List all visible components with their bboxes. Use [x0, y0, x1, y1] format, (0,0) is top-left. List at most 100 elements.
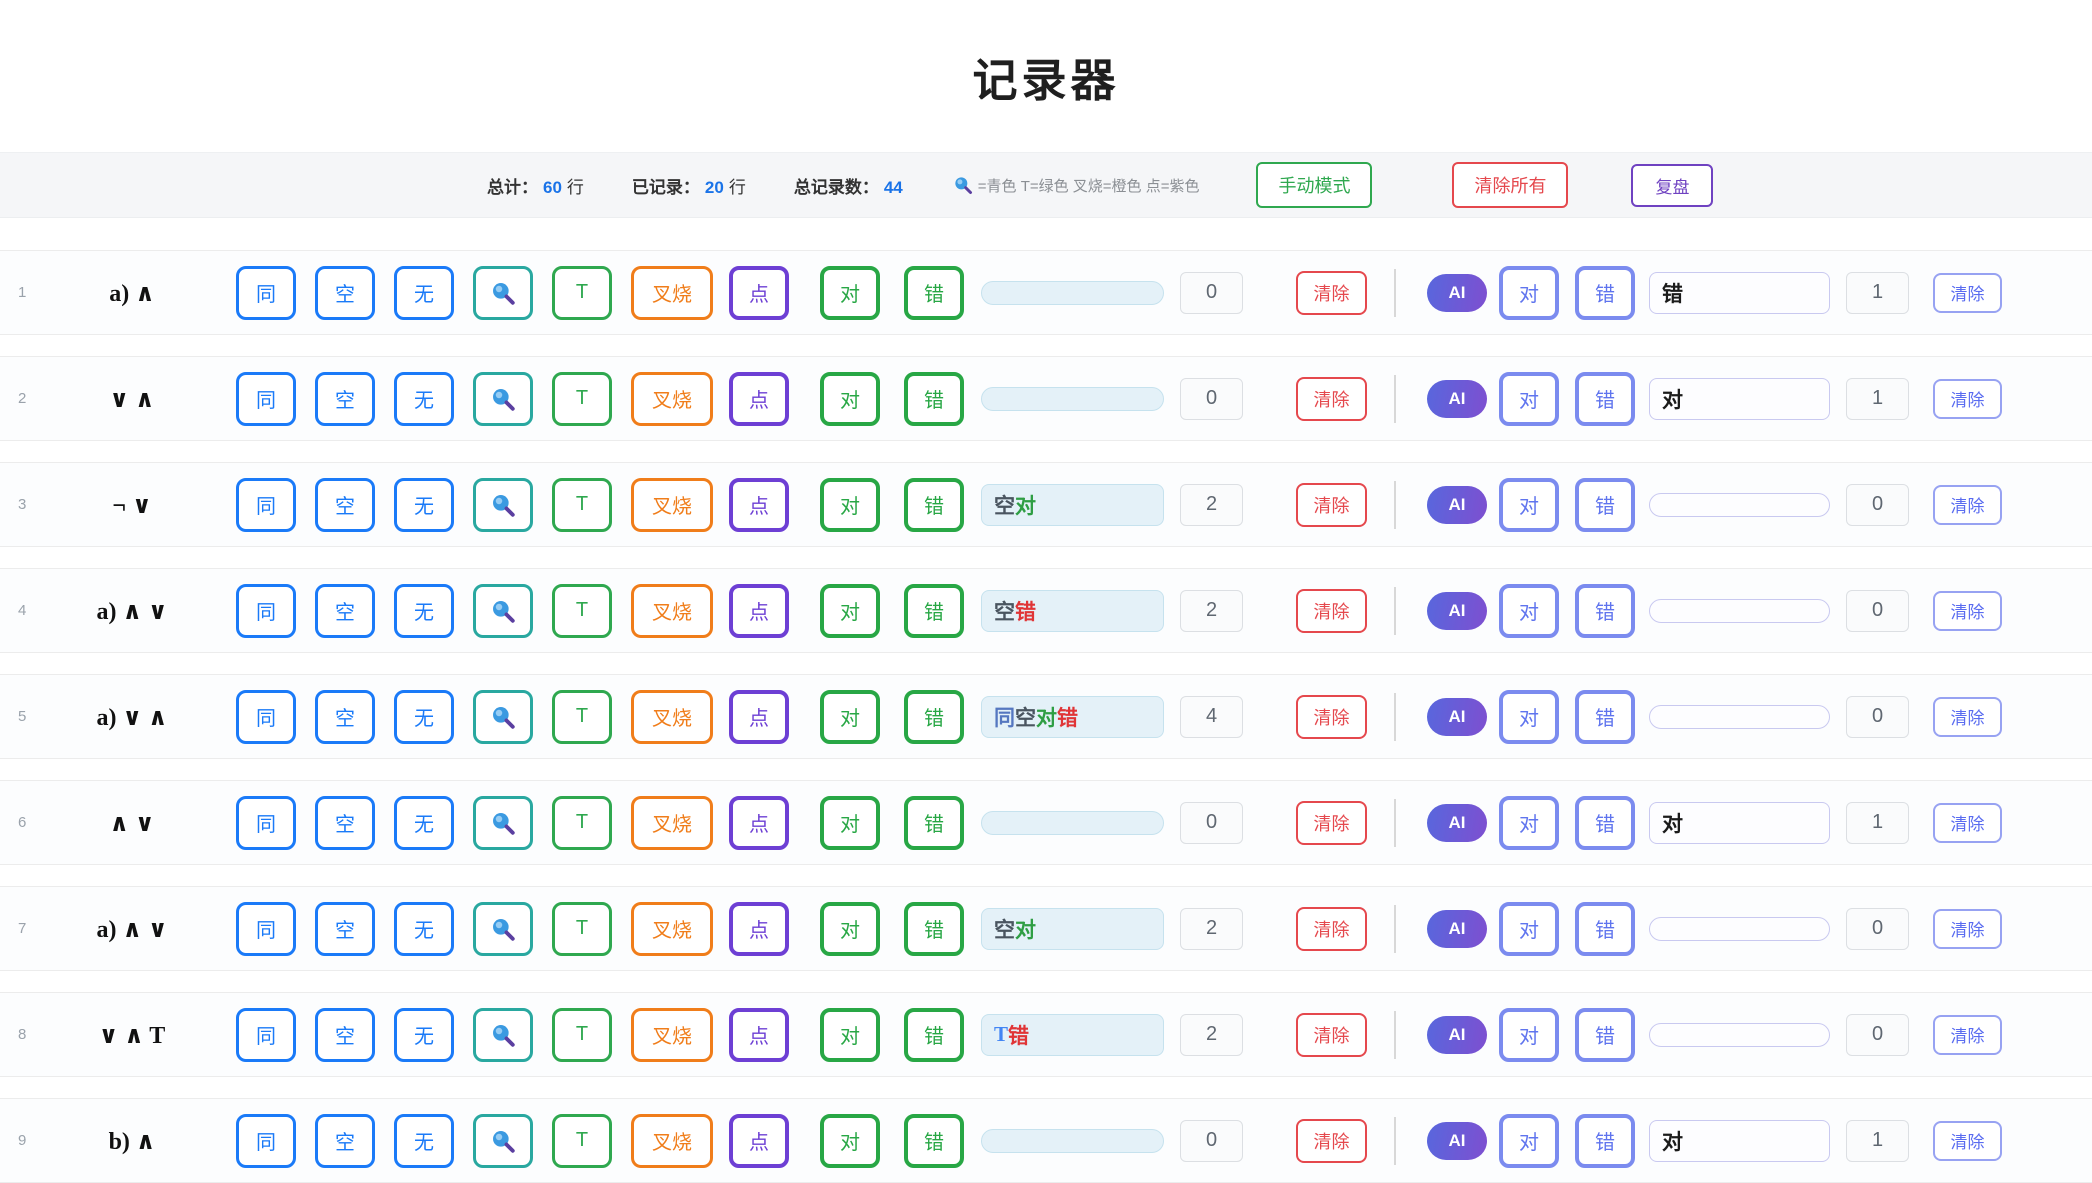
clear-button[interactable]: 清除	[1296, 1119, 1367, 1163]
clear-button[interactable]: 清除	[1296, 589, 1367, 633]
ai-wrong-button[interactable]: 错	[1575, 1114, 1635, 1168]
correct-button[interactable]: 对	[820, 1114, 880, 1168]
ai-wrong-button[interactable]: 错	[1575, 478, 1635, 532]
t-button[interactable]: T	[552, 690, 612, 744]
same-button[interactable]: 同	[236, 372, 296, 426]
same-button[interactable]: 同	[236, 902, 296, 956]
none-button[interactable]: 无	[394, 372, 454, 426]
magnifier-button[interactable]	[473, 1008, 533, 1062]
none-button[interactable]: 无	[394, 266, 454, 320]
empty-button[interactable]: 空	[315, 690, 375, 744]
t-button[interactable]: T	[552, 796, 612, 850]
none-button[interactable]: 无	[394, 584, 454, 638]
none-button[interactable]: 无	[394, 796, 454, 850]
ai-button[interactable]: AI	[1427, 804, 1487, 842]
wrong-button[interactable]: 错	[904, 1008, 964, 1062]
ai-correct-button[interactable]: 对	[1499, 796, 1559, 850]
correct-button[interactable]: 对	[820, 902, 880, 956]
same-button[interactable]: 同	[236, 1114, 296, 1168]
ai-button[interactable]: AI	[1427, 698, 1487, 736]
same-button[interactable]: 同	[236, 584, 296, 638]
chashao-button[interactable]: 叉烧	[631, 796, 713, 850]
ai-clear-button[interactable]: 清除	[1933, 379, 2002, 419]
ai-button[interactable]: AI	[1427, 1122, 1487, 1160]
clear-all-button[interactable]: 清除所有	[1452, 162, 1568, 208]
ai-clear-button[interactable]: 清除	[1933, 273, 2002, 313]
empty-button[interactable]: 空	[315, 902, 375, 956]
dot-button[interactable]: 点	[729, 478, 789, 532]
dot-button[interactable]: 点	[729, 1008, 789, 1062]
ai-wrong-button[interactable]: 错	[1575, 1008, 1635, 1062]
ai-clear-button[interactable]: 清除	[1933, 803, 2002, 843]
t-button[interactable]: T	[552, 1008, 612, 1062]
magnifier-button[interactable]	[473, 266, 533, 320]
clear-button[interactable]: 清除	[1296, 695, 1367, 739]
wrong-button[interactable]: 错	[904, 584, 964, 638]
ai-clear-button[interactable]: 清除	[1933, 909, 2002, 949]
chashao-button[interactable]: 叉烧	[631, 266, 713, 320]
none-button[interactable]: 无	[394, 902, 454, 956]
magnifier-button[interactable]	[473, 796, 533, 850]
magnifier-button[interactable]	[473, 584, 533, 638]
ai-correct-button[interactable]: 对	[1499, 372, 1559, 426]
none-button[interactable]: 无	[394, 478, 454, 532]
magnifier-button[interactable]	[473, 902, 533, 956]
empty-button[interactable]: 空	[315, 796, 375, 850]
ai-button[interactable]: AI	[1427, 910, 1487, 948]
none-button[interactable]: 无	[394, 1008, 454, 1062]
dot-button[interactable]: 点	[729, 372, 789, 426]
ai-clear-button[interactable]: 清除	[1933, 1015, 2002, 1055]
same-button[interactable]: 同	[236, 796, 296, 850]
clear-button[interactable]: 清除	[1296, 801, 1367, 845]
t-button[interactable]: T	[552, 266, 612, 320]
chashao-button[interactable]: 叉烧	[631, 902, 713, 956]
chashao-button[interactable]: 叉烧	[631, 584, 713, 638]
t-button[interactable]: T	[552, 372, 612, 426]
t-button[interactable]: T	[552, 584, 612, 638]
ai-correct-button[interactable]: 对	[1499, 690, 1559, 744]
ai-wrong-button[interactable]: 错	[1575, 902, 1635, 956]
ai-clear-button[interactable]: 清除	[1933, 591, 2002, 631]
wrong-button[interactable]: 错	[904, 1114, 964, 1168]
correct-button[interactable]: 对	[820, 796, 880, 850]
empty-button[interactable]: 空	[315, 478, 375, 532]
clear-button[interactable]: 清除	[1296, 907, 1367, 951]
ai-wrong-button[interactable]: 错	[1575, 584, 1635, 638]
ai-clear-button[interactable]: 清除	[1933, 697, 2002, 737]
none-button[interactable]: 无	[394, 1114, 454, 1168]
ai-correct-button[interactable]: 对	[1499, 1008, 1559, 1062]
ai-correct-button[interactable]: 对	[1499, 584, 1559, 638]
correct-button[interactable]: 对	[820, 372, 880, 426]
correct-button[interactable]: 对	[820, 478, 880, 532]
dot-button[interactable]: 点	[729, 796, 789, 850]
wrong-button[interactable]: 错	[904, 796, 964, 850]
empty-button[interactable]: 空	[315, 266, 375, 320]
empty-button[interactable]: 空	[315, 1008, 375, 1062]
ai-correct-button[interactable]: 对	[1499, 902, 1559, 956]
dot-button[interactable]: 点	[729, 690, 789, 744]
empty-button[interactable]: 空	[315, 1114, 375, 1168]
dot-button[interactable]: 点	[729, 584, 789, 638]
chashao-button[interactable]: 叉烧	[631, 690, 713, 744]
chashao-button[interactable]: 叉烧	[631, 1008, 713, 1062]
dot-button[interactable]: 点	[729, 902, 789, 956]
ai-button[interactable]: AI	[1427, 1016, 1487, 1054]
same-button[interactable]: 同	[236, 266, 296, 320]
none-button[interactable]: 无	[394, 690, 454, 744]
chashao-button[interactable]: 叉烧	[631, 478, 713, 532]
empty-button[interactable]: 空	[315, 584, 375, 638]
chashao-button[interactable]: 叉烧	[631, 1114, 713, 1168]
same-button[interactable]: 同	[236, 1008, 296, 1062]
wrong-button[interactable]: 错	[904, 372, 964, 426]
ai-button[interactable]: AI	[1427, 274, 1487, 312]
magnifier-button[interactable]	[473, 1114, 533, 1168]
t-button[interactable]: T	[552, 902, 612, 956]
correct-button[interactable]: 对	[820, 690, 880, 744]
replay-button[interactable]: 复盘	[1631, 164, 1713, 207]
empty-button[interactable]: 空	[315, 372, 375, 426]
manual-mode-button[interactable]: 手动模式	[1256, 162, 1372, 208]
dot-button[interactable]: 点	[729, 1114, 789, 1168]
clear-button[interactable]: 清除	[1296, 1013, 1367, 1057]
correct-button[interactable]: 对	[820, 266, 880, 320]
ai-correct-button[interactable]: 对	[1499, 478, 1559, 532]
